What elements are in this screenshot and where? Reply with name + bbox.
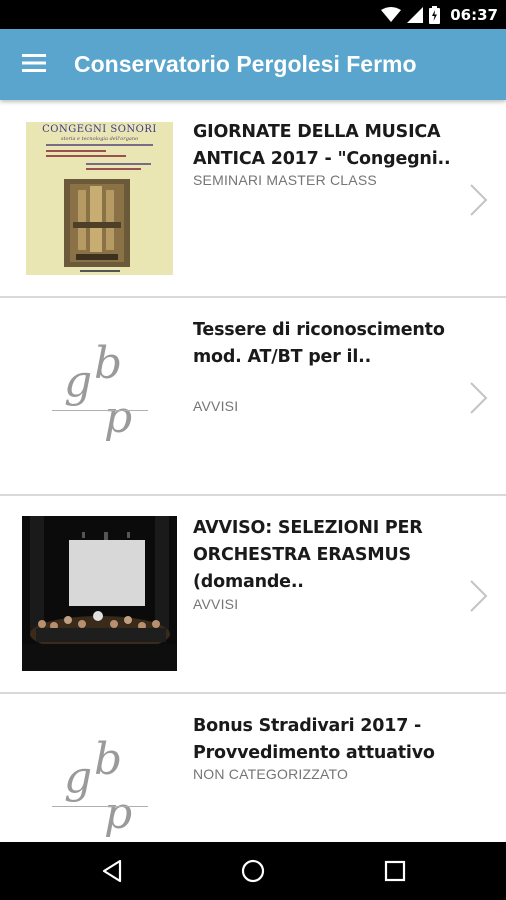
- list-item[interactable]: g b p Tessere di riconosci­mento mod. AT…: [0, 298, 506, 496]
- app-title: Conservatorio Pergolesi Fermo: [74, 51, 417, 77]
- logo-letter-p: p: [104, 788, 133, 839]
- item-title: Tessere di riconosci­mento mod. AT/BT pe…: [193, 320, 445, 367]
- list-item[interactable]: g b p Bonus Stradivari 2017 - Provvedime…: [0, 694, 506, 842]
- item-category: AVVISI: [193, 398, 239, 414]
- recents-button[interactable]: [380, 856, 410, 886]
- logo-letter-b: b: [94, 338, 123, 389]
- logo-letter-p: p: [104, 392, 133, 443]
- chevron-right-icon: [470, 580, 488, 612]
- item-category: SEMINARI MASTER CLASS: [193, 172, 377, 188]
- chevron-right-icon: [470, 184, 488, 216]
- item-title: GIORNATE DELLA MUSICA ANTICA 2017 - "Con…: [193, 122, 451, 169]
- recents-icon: [384, 860, 406, 882]
- hamburger-menu-icon: [22, 54, 46, 76]
- status-bar: 06:37: [0, 0, 506, 29]
- gbp-logo: g b p: [22, 318, 177, 473]
- back-icon: [102, 859, 122, 883]
- wifi-icon: [381, 6, 402, 23]
- item-title: AVVISO: SELEZIONI PER ORCHESTRA ERASMUS …: [193, 518, 423, 592]
- list-item[interactable]: CONGEGNI SONORI storia e tecnologia dell…: [0, 100, 506, 298]
- gbp-logo: g b p: [22, 714, 177, 842]
- logo-line: [52, 806, 148, 807]
- logo-letter-g: g: [64, 356, 93, 407]
- logo-line: [52, 410, 148, 411]
- post-list: CONGEGNI SONORI storia e tecnologia dell…: [0, 100, 506, 842]
- menu-button[interactable]: [14, 46, 54, 84]
- signal-icon: [407, 6, 424, 23]
- orchestra-photo: [22, 516, 177, 671]
- list-item[interactable]: AVVISO: SELEZIONI PER ORCHESTRA ERASMUS …: [0, 496, 506, 694]
- congegni-sonori-poster: CONGEGNI SONORI storia e tecnologia dell…: [26, 122, 173, 275]
- chevron-right-icon: [470, 382, 488, 414]
- item-title: Bonus Stradivari 2017 - Provvedimento at…: [193, 716, 435, 763]
- home-icon: [241, 859, 265, 883]
- back-button[interactable]: [97, 856, 127, 886]
- poster-title: CONGEGNI SONORI: [42, 124, 157, 135]
- status-icons: 06:37: [381, 0, 498, 29]
- home-button[interactable]: [238, 856, 268, 886]
- item-category: AVVISI: [193, 596, 239, 612]
- logo-letter-g: g: [64, 752, 93, 803]
- navigation-bar: [0, 842, 506, 900]
- item-category: NON CATEGORIZZATO: [193, 766, 349, 782]
- poster-subtitle: storia e tecnologia dell'organo: [60, 136, 139, 142]
- logo-letter-b: b: [94, 734, 123, 785]
- clock: 06:37: [450, 5, 498, 24]
- battery-icon: [429, 5, 441, 24]
- app-bar: Conservatorio Pergolesi Fermo: [0, 29, 506, 100]
